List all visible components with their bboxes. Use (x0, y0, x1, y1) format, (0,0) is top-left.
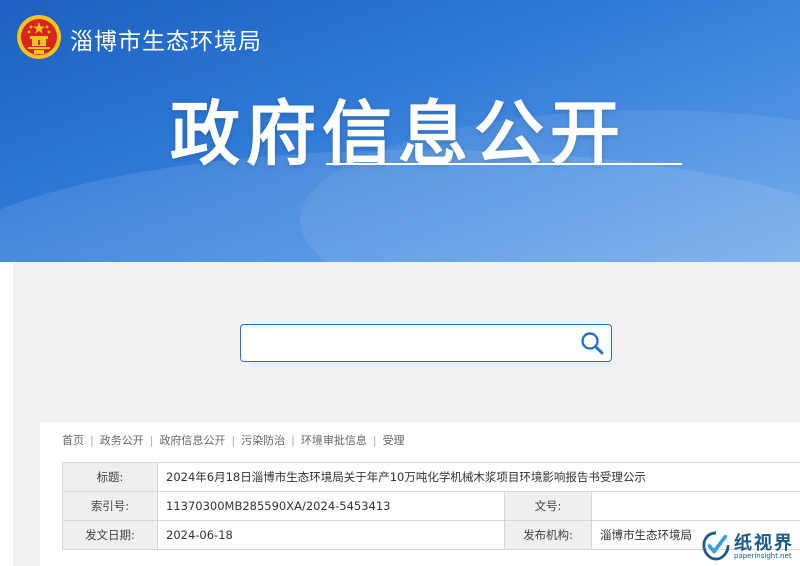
breadcrumb-gov-affairs[interactable]: 政务公开 (100, 434, 144, 447)
org-name: 淄博市生态环境局 (70, 29, 262, 55)
search-input[interactable] (249, 331, 573, 357)
national-emblem-icon (17, 15, 61, 59)
index-value: 11370300MB285590XA/2024-5453413 (157, 491, 505, 521)
breadcrumb-separator: | (231, 434, 236, 447)
breadcrumb-approval-info[interactable]: 环境审批信息 (301, 434, 367, 447)
watermark-url: paperinsight.net (734, 552, 792, 560)
content-area: 首页 | 政务公开 | 政府信息公开 | 污染防治 | 环境审批信息 | 受理 标题: 2024年6… (13, 262, 800, 566)
paperinsight-logo-icon (702, 531, 730, 561)
breadcrumb-home[interactable]: 首页 (62, 434, 84, 447)
search-icon[interactable] (579, 330, 605, 356)
table-row: 发文日期: 2024-06-18 发布机构: 淄博市生态环境局 (62, 520, 800, 550)
header-banner: 淄博市生态环境局 政府信息公开 (0, 0, 800, 262)
info-panel: 首页 | 政务公开 | 政府信息公开 | 污染防治 | 环境审批信息 | 受理 标题: 2024年6… (40, 422, 800, 566)
date-label: 发文日期: (62, 520, 158, 550)
title-label: 标题: (62, 462, 158, 492)
table-row: 标题: 2024年6月18日淄博市生态环境局关于年产10万吨化学机械木浆项目环境… (62, 462, 800, 492)
breadcrumb: 首页 | 政务公开 | 政府信息公开 | 污染防治 | 环境审批信息 | 受理 (62, 432, 405, 448)
breadcrumb-separator: | (372, 434, 377, 447)
watermark: 纸视界 paperinsight.net (700, 528, 800, 566)
search-box (240, 324, 612, 362)
breadcrumb-accepted[interactable]: 受理 (383, 434, 405, 447)
issuer-label: 发布机构: (504, 520, 592, 550)
table-row: 索引号: 11370300MB285590XA/2024-5453413 文号: (62, 491, 800, 521)
docno-value (591, 491, 800, 521)
docno-label: 文号: (504, 491, 592, 521)
title-value: 2024年6月18日淄博市生态环境局关于年产10万吨化学机械木浆项目环境影响报告… (157, 462, 800, 492)
breadcrumb-separator: | (90, 434, 94, 447)
breadcrumb-separator: | (149, 434, 154, 447)
breadcrumb-pollution-control[interactable]: 污染防治 (241, 434, 285, 447)
date-value: 2024-06-18 (157, 520, 505, 550)
info-table: 标题: 2024年6月18日淄博市生态环境局关于年产10万吨化学机械木浆项目环境… (62, 462, 800, 550)
index-label: 索引号: (62, 491, 158, 521)
breadcrumb-separator: | (291, 434, 295, 447)
breadcrumb-info-disclosure[interactable]: 政府信息公开 (159, 434, 225, 447)
title-underline (326, 163, 682, 165)
